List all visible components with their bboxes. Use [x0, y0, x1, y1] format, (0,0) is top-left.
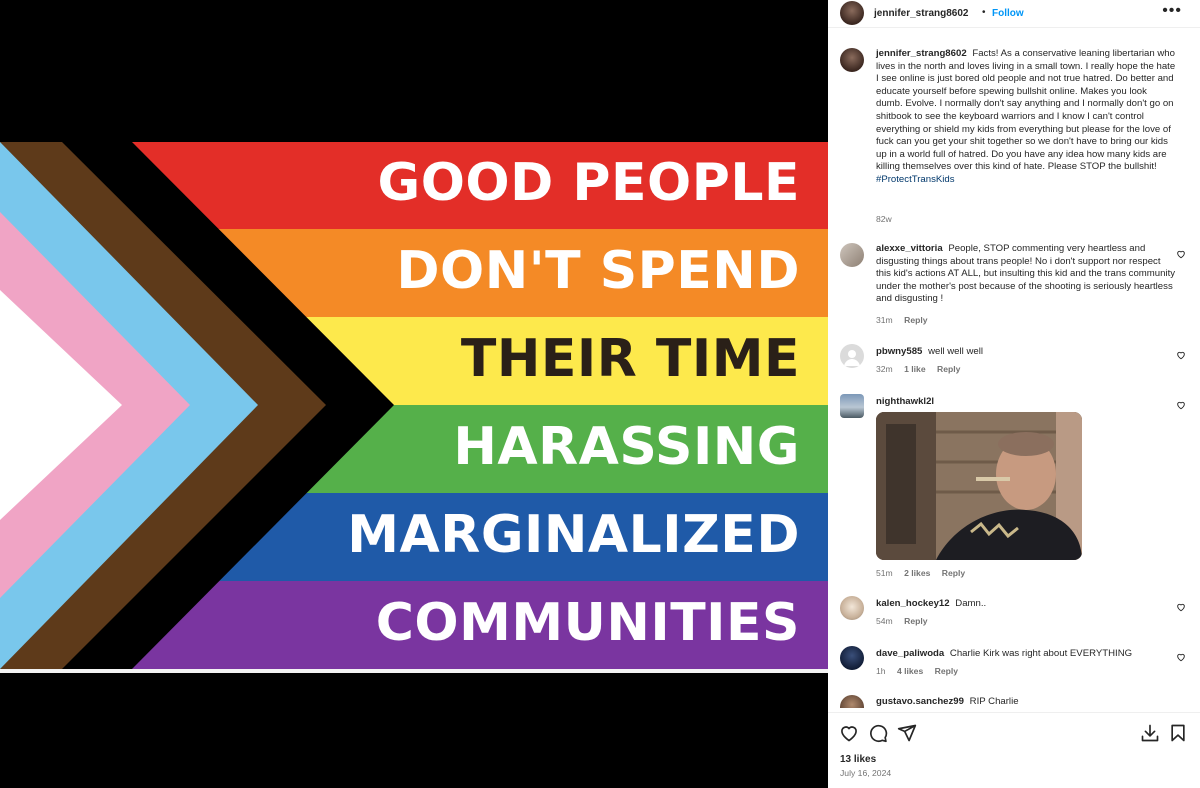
likes-count[interactable]: 13 likes [840, 754, 876, 765]
comment-body: well well well [928, 346, 983, 357]
comment-meta: 32m 1 like Reply [876, 364, 969, 374]
caption-username[interactable]: jennifer_strang8602 [876, 48, 967, 59]
flag-text-line: COMMUNITIES [375, 593, 800, 653]
comment-username[interactable]: pbwny585 [876, 346, 922, 357]
comment-text: pbwny585 well well well [876, 346, 1176, 359]
comment-text: gustavo.sanchez99 RIP Charlie [876, 696, 1176, 708]
caption-body: Facts! As a conservative leaning liberta… [876, 48, 1176, 173]
timestamp: 32m [876, 364, 893, 374]
download-icon[interactable] [1140, 723, 1160, 743]
caption: jennifer_strang8602 Facts! As a conserva… [828, 48, 1200, 228]
comment-username[interactable]: alexxe_vittoria [876, 243, 943, 254]
heart-icon[interactable] [1176, 400, 1186, 410]
heart-icon[interactable] [1176, 652, 1186, 662]
avatar[interactable] [840, 48, 864, 72]
comment-text: alexxe_vittoria People, STOP commenting … [876, 243, 1176, 306]
comment-meta: 54m Reply [876, 616, 937, 626]
avatar[interactable] [840, 394, 864, 418]
like-count[interactable]: 2 likes [904, 568, 930, 578]
flag-text-line: HARASSING [453, 417, 800, 477]
comment-text: dave_paliwoda Charlie Kirk was right abo… [876, 648, 1176, 661]
comment-text: kalen_hockey12 Damn.. [876, 598, 1176, 611]
reply-button[interactable]: Reply [942, 568, 965, 578]
avatar[interactable] [840, 646, 864, 670]
comment-username[interactable]: dave_paliwoda [876, 648, 944, 659]
bookmark-icon[interactable] [1168, 723, 1188, 743]
comment-item: pbwny585 well well well 32m 1 like Reply [828, 344, 1200, 384]
comment-body: Charlie Kirk was right about EVERYTHING [949, 648, 1133, 659]
separator-dot: • [982, 7, 986, 18]
timestamp: 51m [876, 568, 893, 578]
heart-icon[interactable] [839, 723, 859, 743]
comment-item: alexxe_vittoria People, STOP commenting … [828, 243, 1200, 333]
reply-button[interactable]: Reply [904, 315, 927, 325]
comment-item: nighthawkl2l 51m 2 likes Reply [828, 394, 1200, 584]
avatar[interactable] [840, 596, 864, 620]
timestamp: 31m [876, 315, 893, 325]
flag-text-line: GOOD PEOPLE [377, 153, 800, 213]
reply-button[interactable]: Reply [904, 616, 927, 626]
post-header: jennifer_strang8602 • Follow ••• [828, 0, 1200, 28]
comment-text: nighthawkl2l [876, 396, 1176, 409]
reply-button[interactable]: Reply [935, 666, 958, 676]
follow-button[interactable]: Follow [992, 8, 1024, 19]
reply-button[interactable]: Reply [937, 364, 960, 374]
comment-meta: 1h 4 likes Reply [876, 666, 967, 676]
heart-icon[interactable] [1176, 249, 1186, 259]
hashtag-link[interactable]: #ProtectTransKids [876, 174, 955, 185]
avatar[interactable] [840, 1, 864, 25]
avatar[interactable] [840, 344, 864, 368]
timestamp: 54m [876, 616, 893, 626]
heart-icon[interactable] [1176, 350, 1186, 360]
comment-item: kalen_hockey12 Damn.. 54m Reply [828, 596, 1200, 636]
timestamp: 82w [876, 214, 892, 224]
send-icon[interactable] [897, 723, 917, 743]
caption-text: jennifer_strang8602 Facts! As a conserva… [876, 48, 1176, 187]
comment-icon[interactable] [868, 723, 888, 743]
comment-meta: 51m 2 likes Reply [876, 568, 974, 578]
comment-username[interactable]: kalen_hockey12 [876, 598, 950, 609]
comment-item: gustavo.sanchez99 RIP Charlie [828, 695, 1200, 708]
comment-body: RIP Charlie [969, 696, 1019, 707]
timestamp: 1h [876, 666, 886, 676]
heart-icon[interactable] [1176, 602, 1186, 612]
flag-text-line: MARGINALIZED [347, 505, 800, 565]
avatar[interactable] [840, 695, 864, 708]
more-options-icon[interactable]: ••• [1162, 2, 1182, 20]
avatar[interactable] [840, 243, 864, 267]
comment-body: Damn.. [955, 598, 987, 609]
comment-meta: 31m Reply [876, 315, 937, 325]
poster-username[interactable]: jennifer_strang8602 [874, 8, 969, 19]
comments-list[interactable]: jennifer_strang8602 Facts! As a conserva… [828, 36, 1200, 708]
flag-text-line: DON'T SPEND [396, 241, 800, 301]
like-count[interactable]: 4 likes [897, 666, 923, 676]
post-media[interactable]: GOOD PEOPLE DON'T SPEND THEIR TIME HARAS… [0, 0, 828, 788]
comment-username[interactable]: gustavo.sanchez99 [876, 696, 964, 707]
caption-meta: 82w [876, 214, 901, 224]
comment-username[interactable]: nighthawkl2l [876, 396, 934, 407]
comment-item: dave_paliwoda Charlie Kirk was right abo… [828, 646, 1200, 686]
post-sidebar: jennifer_strang8602 • Follow ••• jennife… [828, 0, 1200, 788]
flag-text-line: THEIR TIME [460, 329, 800, 389]
reply-gif-image[interactable] [876, 412, 1082, 560]
post-actions: 13 likes July 16, 2024 [828, 712, 1200, 788]
post-date: July 16, 2024 [840, 768, 892, 778]
like-count[interactable]: 1 like [904, 364, 926, 374]
